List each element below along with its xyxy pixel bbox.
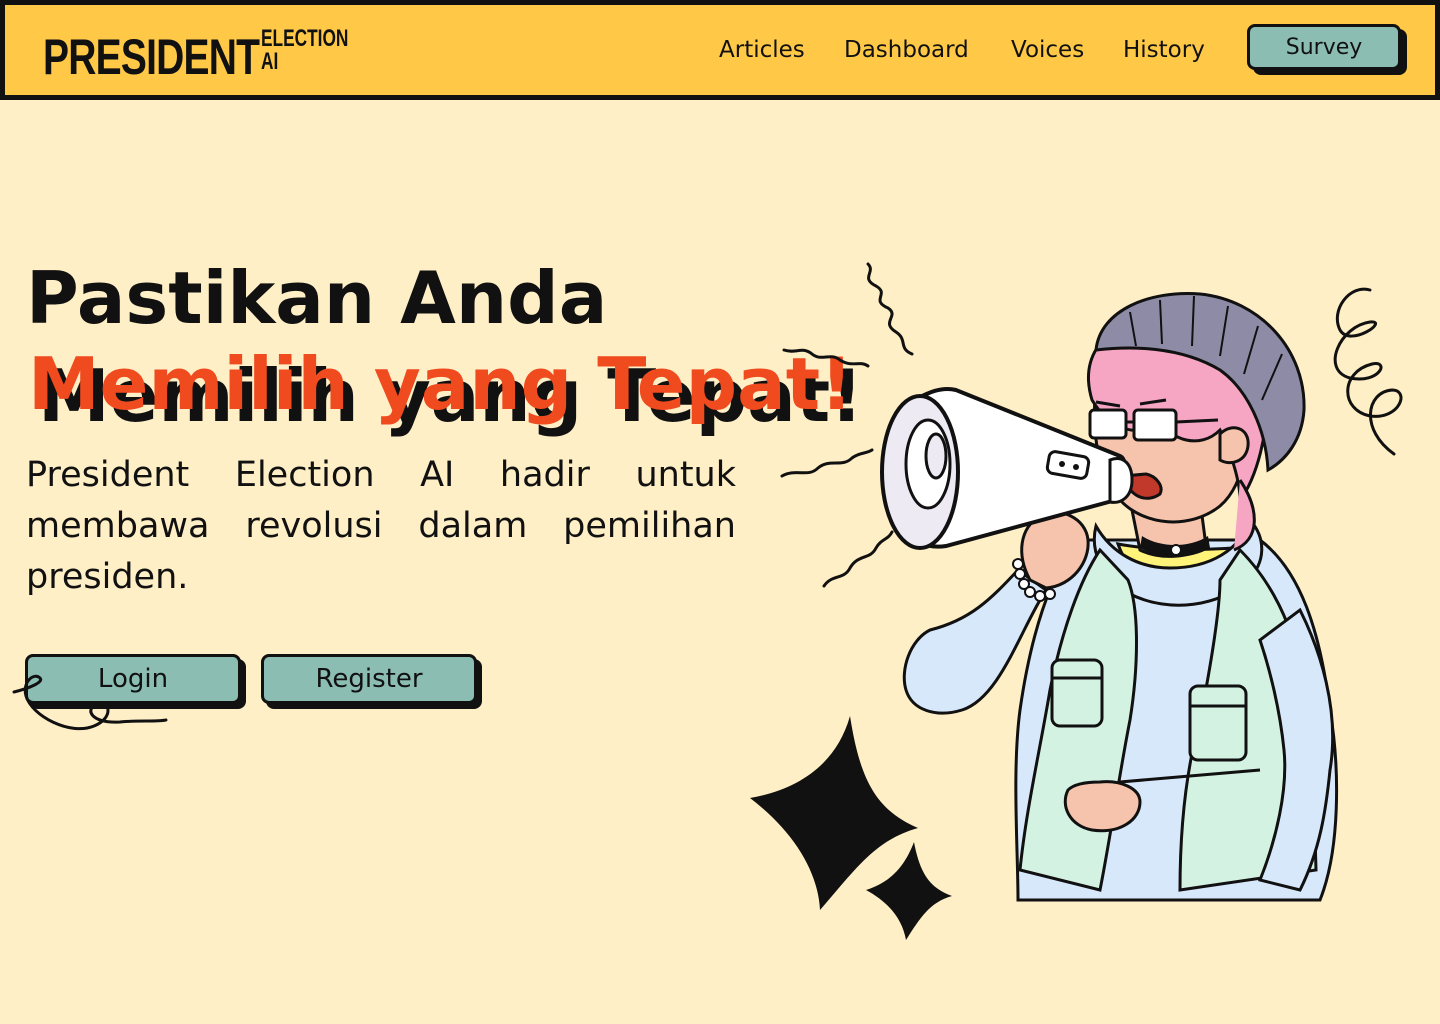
- logo-sub-text: ELECTION AI: [261, 25, 349, 75]
- logo-main-text: PRESIDENT: [43, 29, 260, 85]
- logo-sub-line1: ELECTION: [261, 25, 349, 52]
- nav-link-voices[interactable]: Voices: [1011, 37, 1084, 63]
- hero-description: President Election AI hadir untuk membaw…: [26, 455, 736, 597]
- top-navbar: PRESIDENT ELECTION AI Articles Dashboard…: [0, 0, 1440, 100]
- survey-button[interactable]: Survey: [1247, 24, 1401, 70]
- site-logo[interactable]: PRESIDENT ELECTION AI: [43, 27, 382, 87]
- nav-link-dashboard[interactable]: Dashboard: [844, 37, 969, 63]
- nav-link-articles[interactable]: Articles: [719, 37, 805, 63]
- logo-sub-line2: AI: [261, 48, 279, 75]
- swirl-doodle-icon: [12, 674, 168, 731]
- nav-link-history[interactable]: History: [1123, 37, 1205, 63]
- landing-page: PRESIDENT ELECTION AI Articles Dashboard…: [0, 0, 1440, 1024]
- person-shouting-megaphone-illustration: [750, 262, 1339, 940]
- register-button[interactable]: Register: [261, 654, 477, 704]
- four-point-sparkle-icon: [750, 716, 952, 940]
- hero-title-line1: Pastikan Anda: [26, 256, 608, 340]
